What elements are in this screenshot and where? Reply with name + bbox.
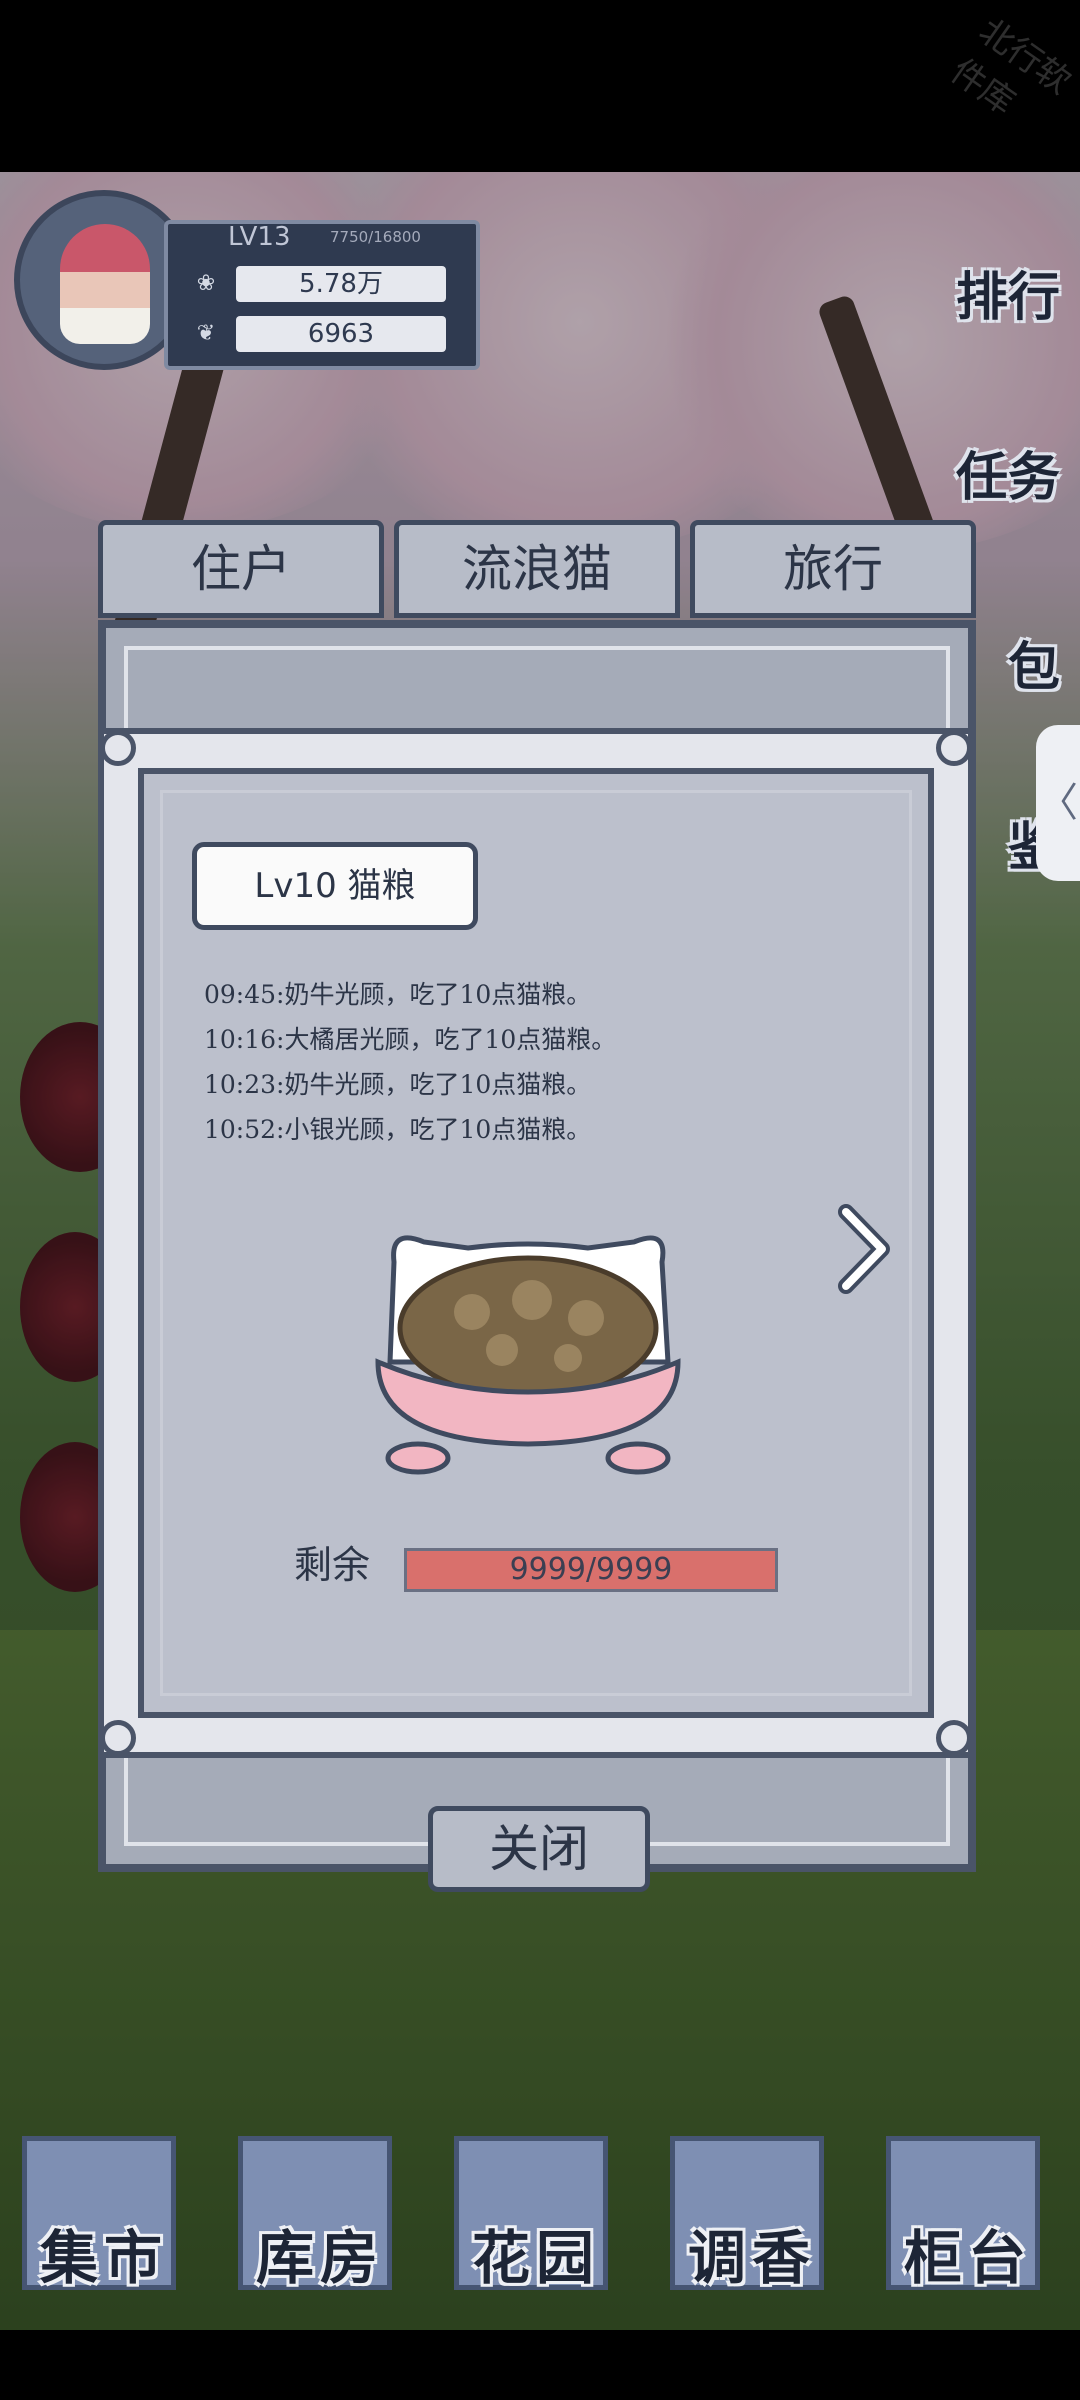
leaf-icon: ❦ <box>196 321 216 346</box>
category-tabs: 住户 流浪猫 旅行 <box>98 520 976 618</box>
watermark-text: 北行软件库 <box>943 11 1078 123</box>
ranking-button[interactable]: 排行 <box>918 190 1068 330</box>
tasks-button[interactable]: 任务 <box>918 370 1068 510</box>
log-entry: 10:16:大橘居光顾，吃了10点猫粮。 <box>204 1025 617 1054</box>
tab-stray-cats[interactable]: 流浪猫 <box>394 520 680 618</box>
garden-label: 花园 <box>471 2224 600 2292</box>
player-profile[interactable]: LV13 7750/16800 ❀ 5.78万 ❦ 6963 <box>14 190 480 370</box>
corner-ornament <box>936 730 972 766</box>
top-letterbox: 北行软件库 <box>0 0 1080 172</box>
stat-panel: LV13 7750/16800 ❀ 5.78万 ❦ 6963 <box>164 220 480 370</box>
perfume-button[interactable]: 调香 <box>670 2136 824 2292</box>
avatar-portrait <box>60 224 150 344</box>
storage-button[interactable]: 库房 <box>238 2136 392 2292</box>
player-exp: 7750/16800 <box>330 228 421 246</box>
cat-food-bowl-icon <box>375 1235 681 1475</box>
corner-ornament <box>936 1720 972 1756</box>
log-entry: 10:52:小银光顾，吃了10点猫粮。 <box>204 1115 592 1144</box>
market-button[interactable]: 集市 <box>22 2136 176 2292</box>
bag-label: 包 <box>1007 637 1060 698</box>
petal-icon: ❀ <box>196 271 216 296</box>
next-arrow-icon[interactable] <box>834 1204 894 1294</box>
close-button[interactable]: 关闭 <box>428 1806 650 1892</box>
tasks-label: 任务 <box>955 447 1060 508</box>
garden-button[interactable]: 花园 <box>454 2136 608 2292</box>
tab-travel[interactable]: 旅行 <box>690 520 976 618</box>
market-label: 集市 <box>39 2224 168 2292</box>
perfume-label: 调香 <box>687 2224 816 2292</box>
remaining-food-bar: 9999/9999 <box>404 1548 778 1592</box>
currency-2-value: 6963 <box>307 319 375 349</box>
cat-food-popup: Lv10 猫粮 09:45:奶牛光顾，吃了10点猫粮。 10:16:大橘居光顾，… <box>98 728 974 1758</box>
popup-title: Lv10 猫粮 <box>192 842 478 930</box>
currency-1-value: 5.78万 <box>299 269 383 299</box>
tab-residents[interactable]: 住户 <box>98 520 384 618</box>
currency-row-2: ❦ 6963 <box>197 316 446 352</box>
counter-button[interactable]: 柜台 <box>886 2136 1040 2292</box>
ranking-label: 排行 <box>955 267 1060 328</box>
side-drawer-tab[interactable]: 〈 <box>1036 725 1080 881</box>
counter-label: 柜台 <box>903 2224 1032 2292</box>
player-level: LV13 <box>228 222 291 252</box>
feeding-log: 09:45:奶牛光顾，吃了10点猫粮。 10:16:大橘居光顾，吃了10点猫粮。… <box>204 972 844 1152</box>
bottom-letterbox <box>0 2330 1080 2400</box>
currency-row-1: ❀ 5.78万 <box>197 266 446 302</box>
storage-label: 库房 <box>255 2224 384 2292</box>
remaining-label: 剩余 <box>294 1543 371 1587</box>
corner-ornament <box>100 730 136 766</box>
log-entry: 10:23:奶牛光顾，吃了10点猫粮。 <box>204 1070 592 1099</box>
log-entry: 09:45:奶牛光顾，吃了10点猫粮。 <box>204 980 592 1009</box>
remaining-food-value: 9999/9999 <box>509 1552 673 1587</box>
corner-ornament <box>100 1720 136 1756</box>
